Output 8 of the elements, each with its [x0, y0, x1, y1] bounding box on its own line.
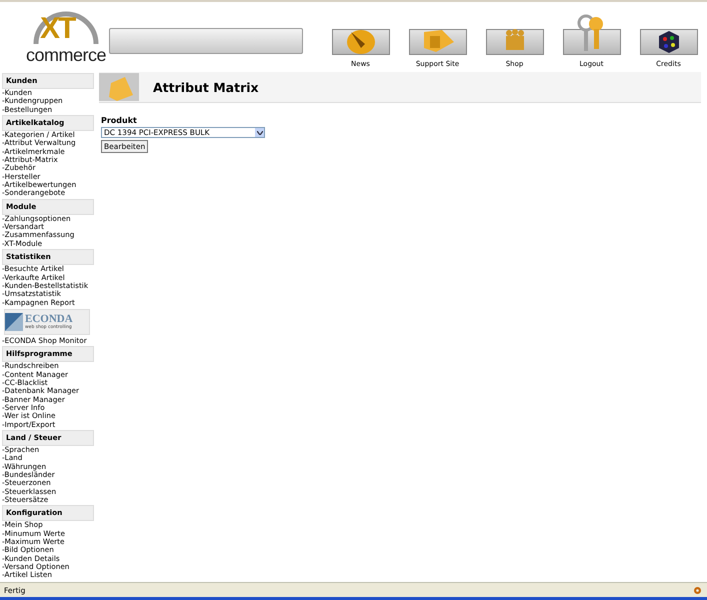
cube-icon [658, 30, 680, 54]
chart-icon [5, 312, 23, 331]
caret-icon [256, 130, 262, 134]
logo-word: commerce [26, 45, 106, 66]
page-title: Attribut Matrix [153, 80, 259, 94]
logo-letters: XT [40, 12, 74, 46]
field-label: Produkt [101, 116, 137, 125]
banner-logo-text: ECONDA [25, 312, 73, 325]
